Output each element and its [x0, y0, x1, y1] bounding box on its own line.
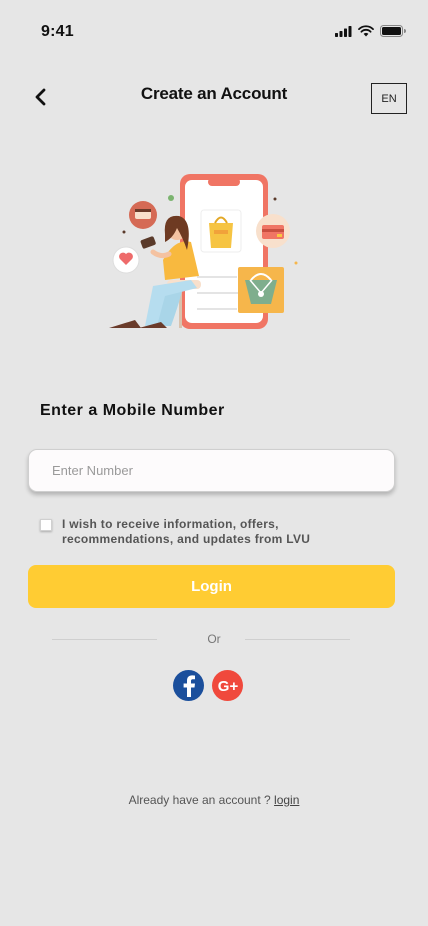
status-icons [335, 25, 406, 37]
consent-text: I wish to receive information, offers, r… [62, 517, 311, 546]
login-link[interactable]: login [274, 793, 299, 807]
google-login-button[interactable]: G+ [212, 670, 243, 701]
login-prompt: Already have an account ? login [0, 793, 428, 807]
social-login: G+ [173, 670, 243, 701]
divider-or: Or [207, 632, 221, 646]
shopping-illustration [109, 174, 298, 329]
battery-icon [380, 25, 406, 37]
consent-row: I wish to receive information, offers, r… [40, 517, 370, 547]
section-title: Enter a Mobile Number [40, 402, 225, 419]
header: Create an Account EN [0, 76, 428, 116]
page-title: Create an Account [140, 84, 288, 103]
cellular-signal-icon [335, 25, 352, 37]
status-time: 9:41 [41, 23, 74, 40]
svg-text:G+: G+ [217, 678, 238, 694]
facebook-icon [183, 674, 195, 697]
login-prompt-text: Already have an account ? [128, 793, 271, 807]
language-button[interactable]: EN [371, 83, 407, 114]
divider-line-right [245, 639, 350, 640]
facebook-login-button[interactable] [173, 670, 204, 701]
consent-checkbox[interactable] [40, 519, 52, 531]
phone-number-input[interactable] [28, 449, 395, 492]
wifi-icon [358, 25, 374, 37]
login-button[interactable]: Login [28, 565, 395, 608]
status-bar: 9:41 [0, 0, 428, 60]
google-plus-icon: G+ [217, 678, 238, 694]
